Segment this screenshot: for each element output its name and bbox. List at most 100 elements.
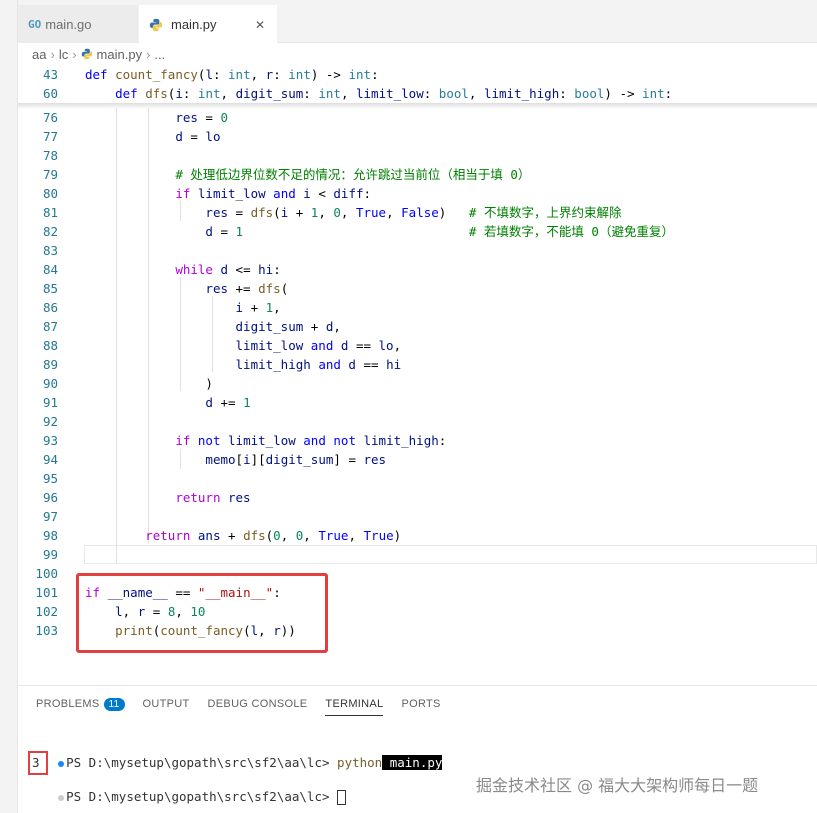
code-line[interactable]: 76 res = 0	[18, 108, 817, 127]
breadcrumb-item[interactable]: main.py	[97, 47, 143, 62]
tab-debug-console[interactable]: DEBUG CONSOLE	[208, 686, 308, 722]
code-line[interactable]: 77 d = lo	[18, 127, 817, 146]
line-number: 94	[42, 452, 58, 467]
terminal-line[interactable]: PS D:\mysetup\gopath\src\sf2\aa\lc> pyth…	[28, 736, 443, 770]
watermark: 掘金技术社区 @ 福大大架构师每日一题	[476, 776, 759, 795]
close-icon[interactable]: ✕	[255, 18, 265, 32]
command-dot-icon	[58, 794, 65, 801]
code-line[interactable]: 92	[18, 412, 817, 431]
code-line[interactable]: 98 return ans + dfs(0, 0, True, True)	[18, 526, 817, 545]
code-line[interactable]: 81 res = dfs(i + 1, 0, True, False) # 不填…	[18, 203, 817, 222]
problems-count-badge: 11	[103, 697, 125, 711]
line-number: 99	[42, 547, 58, 562]
code-text: res = 0	[175, 110, 228, 125]
python-file-icon	[81, 48, 92, 60]
go-file-icon: GO	[28, 17, 42, 31]
code-text: digit_sum + d,	[235, 319, 341, 334]
activity-bar-edge	[0, 0, 18, 813]
code-line[interactable]: 93 if not limit_low and not limit_high:	[18, 431, 817, 450]
code-text: d = 1 # 若填数字，不能填 0（避免重复）	[205, 224, 674, 239]
sticky-scroll-line[interactable]: 60 def dfs(i: int, digit_sum: int, limit…	[18, 84, 817, 103]
code-line[interactable]: 95	[18, 469, 817, 488]
sticky-scroll-line[interactable]: 43 def count_fancy(l: int, r: int) -> int…	[18, 65, 817, 84]
code-line[interactable]: 78	[18, 146, 817, 165]
code-text: )	[85, 376, 213, 391]
terminal-command-arg: main.py	[382, 755, 443, 770]
line-number: 92	[42, 414, 58, 429]
code-text: if not limit_low and not limit_high:	[175, 433, 447, 448]
line-number: 81	[42, 205, 58, 220]
code-text: def count_fancy(l: int, r: int) -> int:	[85, 67, 379, 82]
code-line[interactable]: 82 d = 1 # 若填数字，不能填 0（避免重复）	[18, 222, 817, 241]
command-success-dot-icon	[58, 760, 65, 767]
code-text: def dfs(i: int, digit_sum: int, limit_lo…	[115, 86, 673, 101]
code-line[interactable]: 86 i + 1,	[18, 298, 817, 317]
code-text: d = lo	[175, 129, 221, 144]
terminal-prompt: PS D:\mysetup\gopath\src\sf2\aa\lc>	[66, 755, 338, 770]
code-line[interactable]: 94 memo[i][digit_sum] = res	[18, 450, 817, 469]
code-text: limit_low and d == lo,	[235, 338, 402, 353]
line-number: 82	[42, 224, 58, 239]
breadcrumb: aa › lc › main.py › ...	[18, 43, 817, 65]
editor-tab-bar: GO main.go main.py ✕	[18, 0, 817, 44]
code-line[interactable]: 85 res += dfs(	[18, 279, 817, 298]
line-number: 96	[42, 490, 58, 505]
line-number: 77	[42, 129, 58, 144]
code-text: while d <= hi:	[175, 262, 281, 277]
code-line[interactable]: 79 # 处理低边界位数不足的情况：允许跳过当前位（相当于填 0）	[18, 165, 817, 184]
line-number: 102	[35, 604, 58, 619]
terminal-cursor	[337, 790, 347, 805]
chevron-right-icon: ›	[50, 46, 55, 62]
line-number: 78	[42, 148, 58, 163]
line-number: 85	[42, 281, 58, 296]
breadcrumb-item[interactable]: lc	[59, 47, 68, 62]
code-text: res += dfs(	[205, 281, 289, 296]
code-line[interactable]: 80 if limit_low and i < diff:	[18, 184, 817, 203]
code-line[interactable]: 87 digit_sum + d,	[18, 317, 817, 336]
line-number: 87	[42, 319, 58, 334]
code-text: i + 1,	[235, 300, 281, 315]
code-line[interactable]: 97	[18, 507, 817, 526]
chevron-right-icon: ›	[72, 46, 77, 62]
line-number: 43	[42, 67, 58, 82]
breadcrumb-item[interactable]: ...	[154, 47, 165, 62]
code-text: res = dfs(i + 1, 0, True, False) # 不填数字，…	[205, 205, 622, 220]
code-line[interactable]: 99	[18, 545, 817, 564]
terminal-line[interactable]: PS D:\mysetup\gopath\src\sf2\aa\lc>	[28, 770, 347, 805]
code-line[interactable]: 91 d += 1	[18, 393, 817, 412]
line-number: 100	[35, 566, 58, 581]
code-line[interactable]: 83	[18, 241, 817, 260]
code-line[interactable]: 90 )	[18, 374, 817, 393]
code-text: limit_high and d == hi	[235, 357, 402, 372]
line-number: 80	[42, 186, 58, 201]
code-text: return res	[175, 490, 251, 505]
code-line[interactable]: 96 return res	[18, 488, 817, 507]
sticky-scroll-shadow	[18, 103, 817, 109]
line-number: 103	[35, 623, 58, 638]
tab-output[interactable]: OUTPUT	[143, 686, 190, 722]
panel-tabs: PROBLEMS 11 OUTPUT DEBUG CONSOLE TERMINAL…	[18, 686, 441, 722]
tab-main-go[interactable]: GO main.go	[18, 5, 138, 43]
code-line[interactable]: 89 limit_high and d == hi	[18, 355, 817, 374]
code-line[interactable]: 88 limit_low and d == lo,	[18, 336, 817, 355]
chevron-right-icon: ›	[146, 46, 151, 62]
line-number: 89	[42, 357, 58, 372]
tab-ports[interactable]: PORTS	[401, 686, 440, 722]
line-number: 79	[42, 167, 58, 182]
line-number: 97	[42, 509, 58, 524]
tab-main-py[interactable]: main.py ✕	[139, 5, 277, 44]
breadcrumb-item[interactable]: aa	[32, 47, 46, 62]
code-text: d += 1	[205, 395, 251, 410]
line-number: 84	[42, 262, 58, 277]
code-line[interactable]: 84 while d <= hi:	[18, 260, 817, 279]
python-file-icon	[149, 18, 163, 31]
line-number: 88	[42, 338, 58, 353]
line-number: 101	[35, 585, 58, 600]
line-number: 83	[42, 243, 58, 258]
line-number: 93	[42, 433, 58, 448]
terminal-prompt: PS D:\mysetup\gopath\src\sf2\aa\lc>	[66, 789, 338, 804]
annotation-highlight-box	[76, 573, 328, 653]
tab-label: main.py	[171, 17, 217, 32]
tab-terminal[interactable]: TERMINAL	[325, 686, 384, 722]
tab-problems[interactable]: PROBLEMS 11	[36, 686, 125, 722]
